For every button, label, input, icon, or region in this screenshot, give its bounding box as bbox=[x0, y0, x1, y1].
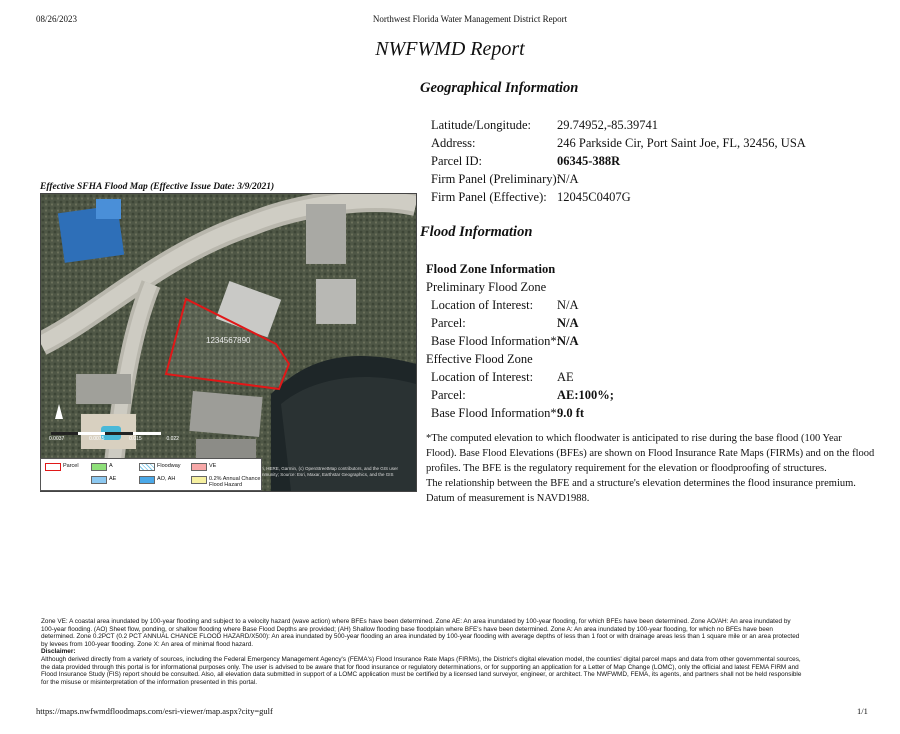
flood-label: Parcel: bbox=[431, 388, 466, 402]
legend-swatch bbox=[91, 463, 107, 471]
page-number: 1/1 bbox=[857, 706, 868, 716]
print-header-title: Northwest Florida Water Management Distr… bbox=[372, 14, 568, 24]
legend-swatch bbox=[139, 476, 155, 484]
flood-value: N/A bbox=[557, 298, 579, 312]
note-line: Datum of measurement is NAVD1988. bbox=[426, 493, 590, 504]
legend-swatch bbox=[139, 463, 155, 471]
legend-label: AO, AH bbox=[157, 476, 176, 482]
report-title: NWFWMD Report bbox=[375, 38, 525, 60]
scale-label: 0.015 bbox=[129, 436, 142, 442]
flood-label: Location of Interest: bbox=[431, 298, 534, 312]
map-legend: Parcel A Floodway VE AE AO, AH 0.2% Annu… bbox=[40, 458, 262, 491]
legend-label: VE bbox=[209, 463, 217, 469]
legend-swatch bbox=[191, 463, 207, 471]
note-line: *The computed elevation to which floodwa… bbox=[426, 433, 842, 444]
legend-swatch bbox=[191, 476, 207, 484]
geo-label: Firm Panel (Preliminary): bbox=[431, 172, 561, 186]
geo-value: N/A bbox=[557, 172, 579, 186]
zone-line: determined. Zone 0.2PCT (0.2 PCT ANNUAL … bbox=[41, 633, 800, 641]
note-line: Flood). Base Flood Elevations (BFEs) are… bbox=[426, 448, 875, 459]
effective-zone-title: Effective Flood Zone bbox=[426, 352, 533, 366]
legend-label: A bbox=[109, 463, 113, 469]
legend-label: 0.2% Annual Chance Flood Hazard bbox=[209, 476, 261, 488]
geo-heading: Geographical Information bbox=[420, 80, 579, 96]
preliminary-zone-title: Preliminary Flood Zone bbox=[426, 280, 547, 294]
flood-label: Base Flood Information*: bbox=[431, 406, 561, 420]
page-url: https://maps.nwfwmdfloodmaps.com/esri-vi… bbox=[36, 706, 273, 716]
note-line: profiles. The BFE is the regulatory requ… bbox=[426, 463, 827, 474]
disclaimer-line: for the misuse or misinterpretation of t… bbox=[41, 678, 257, 686]
geo-label: Address: bbox=[431, 136, 476, 150]
zone-line: Zone VE: A coastal area inundated by 100… bbox=[41, 618, 791, 625]
flood-value: N/A bbox=[557, 334, 579, 348]
legend-label: Parcel bbox=[63, 463, 79, 469]
zone-line: 100-year flooding. (AO) Sheet flow, pond… bbox=[41, 625, 773, 633]
disclaimer-line: Flood Insurance Study (FIS) report shoul… bbox=[41, 671, 802, 679]
geo-label: Parcel ID: bbox=[431, 154, 483, 168]
zone-definitions: Zone VE: A coastal area inundated by 100… bbox=[41, 618, 861, 686]
bfe-note: *The computed elevation to which floodwa… bbox=[426, 431, 886, 506]
disclaimer-line: the data provided through this portal is… bbox=[41, 663, 799, 671]
geo-label: Firm Panel (Effective): bbox=[431, 190, 547, 204]
flood-label: Parcel: bbox=[431, 316, 466, 330]
scale-label: 0.022 bbox=[166, 436, 179, 442]
legend-swatch bbox=[91, 476, 107, 484]
flood-heading: Flood Information bbox=[420, 224, 533, 240]
flood-value: N/A bbox=[557, 316, 579, 330]
parcel-id-value: 06345-388R bbox=[557, 154, 621, 168]
flood-label: Location of Interest: bbox=[431, 370, 534, 384]
geo-value: 29.74952,-85.39741 bbox=[557, 118, 659, 132]
note-line: The relationship between the BFE and a s… bbox=[426, 478, 856, 489]
parcel-label: 1234567890 bbox=[206, 336, 251, 345]
disclaimer-line: Although derived directly from a variety… bbox=[41, 655, 801, 663]
geo-value: 12045C0407G bbox=[557, 190, 631, 204]
flood-map[interactable]: 1234567890 0.0037 0.0075 0.015 0.022 Esr… bbox=[40, 193, 417, 492]
scale-labels: 0.0037 0.0075 0.015 0.022 bbox=[49, 436, 179, 442]
legend-swatch bbox=[45, 463, 61, 471]
flood-zone-info-title: Flood Zone Information bbox=[426, 262, 556, 276]
legend-label: AE bbox=[109, 476, 117, 482]
flood-value: AE:100%; bbox=[557, 388, 614, 402]
disclaimer-title: Disclaimer: bbox=[41, 648, 76, 656]
base-flood-value: 9.0 ft bbox=[557, 406, 585, 420]
scale-label: 0.0037 bbox=[49, 436, 65, 442]
zone-line: by levees from 100-year flooding. Zone X… bbox=[41, 640, 254, 648]
geo-value: 246 Parkside Cir, Port Saint Joe, FL, 32… bbox=[557, 136, 806, 150]
scale-label: 0.0075 bbox=[89, 436, 105, 442]
flood-value: AE bbox=[557, 370, 574, 384]
geo-label: Latitude/Longitude: bbox=[431, 118, 531, 132]
legend-label: Floodway bbox=[157, 463, 181, 469]
map-attribution: Esri, HERE, Garmin, (c) OpenStreetMap co… bbox=[256, 466, 399, 477]
flood-label: Base Flood Information*: bbox=[431, 334, 561, 348]
map-caption: Effective SFHA Flood Map (Effective Issu… bbox=[40, 182, 275, 192]
